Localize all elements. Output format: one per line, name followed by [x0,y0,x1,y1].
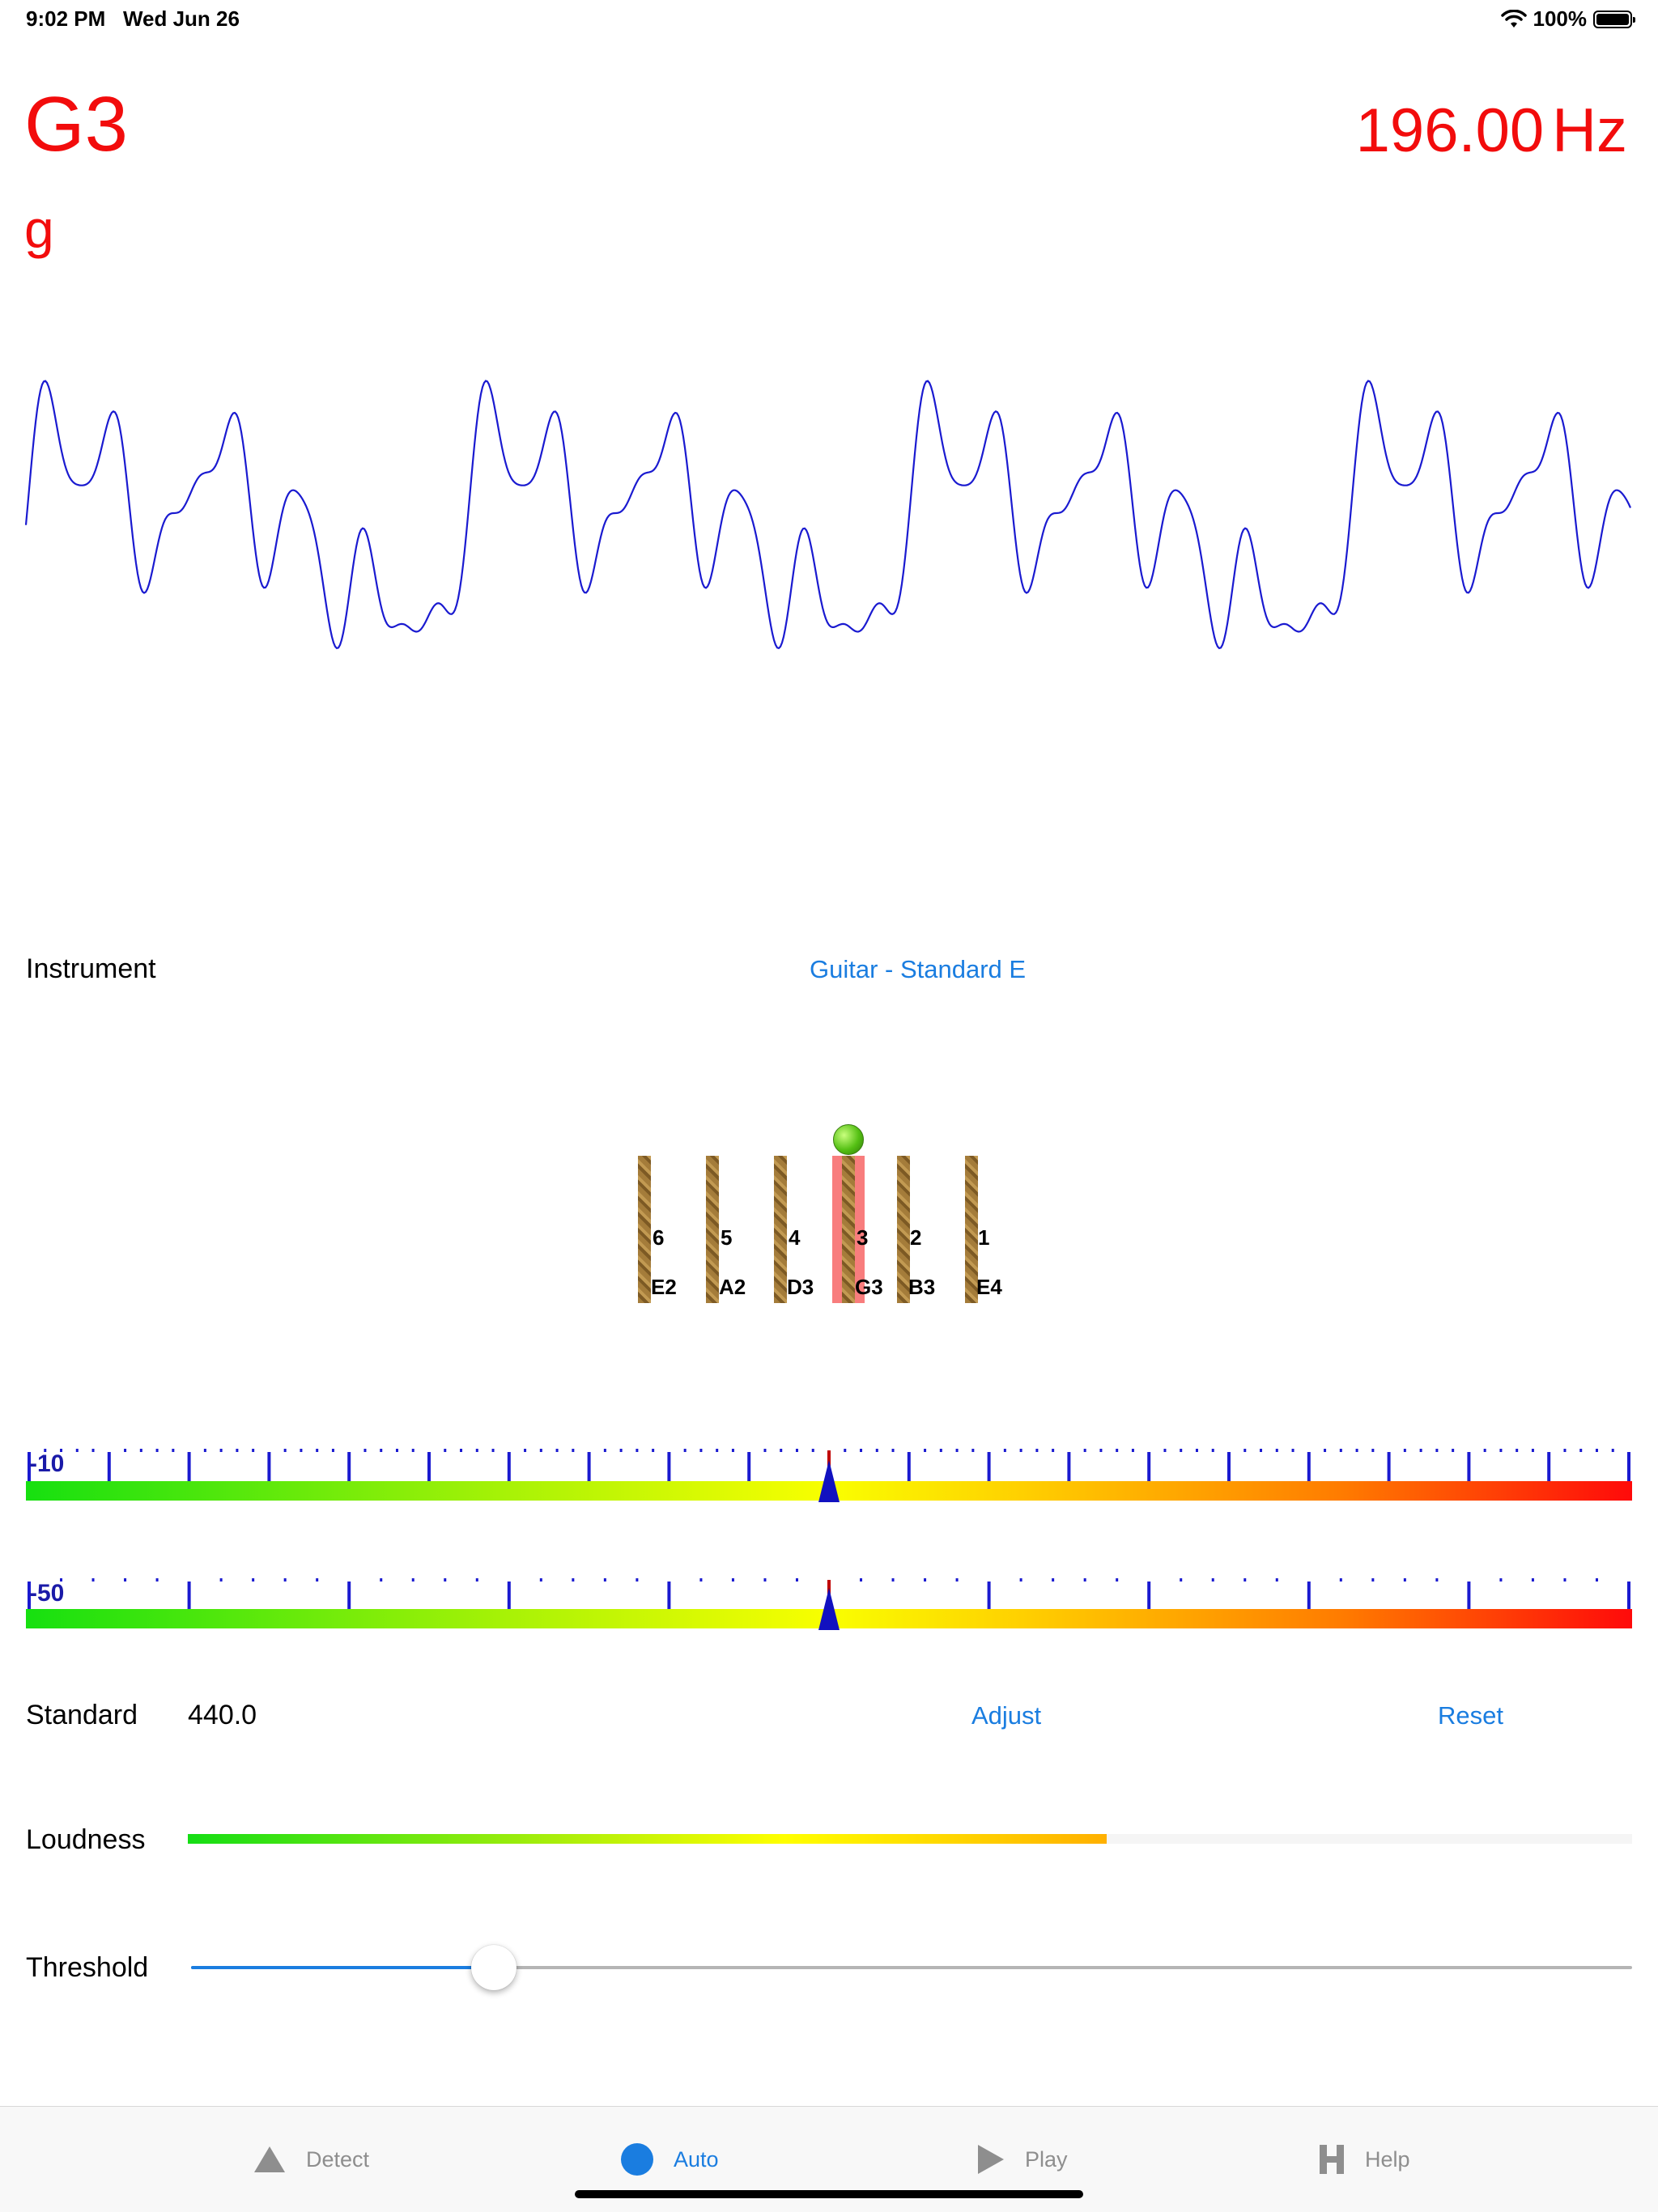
waveform-display [24,380,1632,650]
string-6[interactable] [638,1156,651,1303]
circle-icon [621,2143,653,2176]
battery-icon [1593,10,1635,28]
tab-auto[interactable]: Auto [620,2139,719,2180]
reset-button[interactable]: Reset [1438,1701,1503,1730]
tab-help-label: Help [1365,2146,1410,2172]
help-h-icon [1320,2145,1344,2174]
fine-meter-needle [818,1460,840,1502]
frequency-readout: 196.00 Hz [1356,100,1627,162]
loudness-meter-fill [188,1834,1107,1844]
string-1-note: E4 [976,1275,1002,1299]
tab-detect[interactable]: Detect [253,2139,369,2180]
threshold-slider-fill [191,1966,494,1969]
standard-label: Standard [26,1700,138,1730]
adjust-button[interactable]: Adjust [971,1701,1041,1730]
string-6-number: 6 [653,1225,665,1250]
active-string-indicator [833,1124,864,1155]
string-5-note: A2 [719,1275,746,1299]
string-5-number: 5 [721,1225,733,1250]
status-bar-right: 100% [1500,6,1635,32]
string-4-number: 4 [789,1225,801,1250]
loudness-label: Loudness [26,1824,146,1855]
status-bar-left: 9:02 PM Wed Jun 26 [26,6,240,32]
detected-note-lowercase: g [24,199,54,259]
string-4[interactable] [774,1156,787,1303]
battery-percent: 100% [1533,6,1588,31]
loudness-meter [188,1834,1632,1844]
status-date: Wed Jun 26 [122,6,240,31]
tab-play-label: Play [1025,2146,1068,2172]
coarse-meter-needle [818,1588,840,1630]
home-indicator [575,2190,1083,2198]
string-2-note: B3 [908,1275,936,1299]
tab-auto-label: Auto [674,2146,719,2172]
string-3[interactable] [842,1156,855,1303]
tab-detect-label: Detect [306,2146,370,2172]
instrument-selector[interactable]: Guitar - Standard E [810,955,1026,984]
threshold-label: Threshold [26,1952,149,1983]
string-3-number: 3 [857,1225,869,1250]
coarse-meter-min: -50 [29,1580,65,1607]
frequency-unit: Hz [1552,96,1627,165]
triangle-icon [254,2146,285,2172]
string-6-note: E2 [651,1275,677,1299]
frequency-value: 196.00 [1355,96,1545,165]
play-icon [978,2145,1004,2174]
detected-note: G3 [24,81,129,168]
standard-value: 440.0 [188,1700,257,1730]
string-4-note: D3 [787,1275,814,1299]
fine-meter-min: -10 [29,1450,65,1477]
wifi-icon [1500,9,1527,28]
string-3-note: G3 [855,1275,883,1299]
string-2-number: 2 [910,1225,922,1250]
tab-play[interactable]: Play [976,2139,1068,2180]
threshold-slider-thumb[interactable] [470,1945,517,1990]
string-1-number: 1 [978,1225,990,1250]
string-5[interactable] [706,1156,719,1303]
waveform-line [24,380,1632,650]
status-time: 9:02 PM [26,6,106,31]
instrument-label: Instrument [26,953,156,984]
tab-help[interactable]: Help [1318,2139,1410,2180]
threshold-slider-track[interactable] [191,1966,1632,1969]
